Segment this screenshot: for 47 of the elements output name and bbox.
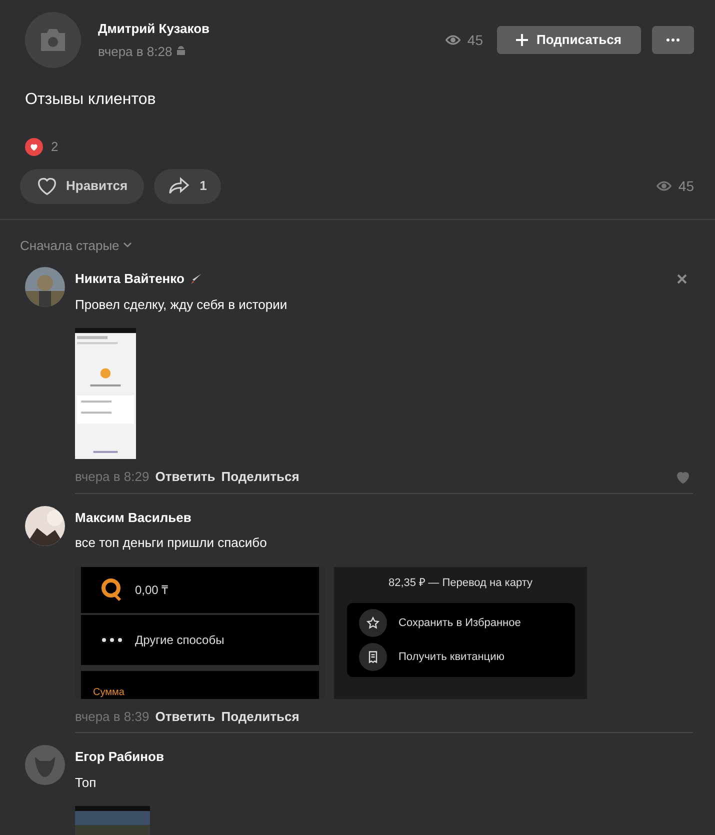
post-text: Отзывы клиентов (25, 91, 156, 108)
share-link[interactable]: Поделиться (221, 706, 300, 726)
commenter-name[interactable]: Никита Вайтенко (75, 269, 184, 288)
commenter-name[interactable]: Максим Васильев (75, 508, 192, 527)
rocket-icon (190, 272, 202, 285)
action-text: Получить квитанцию (398, 650, 505, 665)
share-link[interactable]: Поделиться (221, 467, 300, 486)
share-arrow-icon (168, 177, 190, 195)
views-count: 45 (678, 176, 694, 196)
sort-dropdown[interactable]: Сначала старые (20, 236, 132, 255)
more-icon (101, 636, 123, 642)
more-icon (666, 38, 680, 42)
heart-icon (36, 176, 58, 196)
post-time: вчера в 8:28 (98, 43, 172, 61)
reply-link[interactable]: Ответить (155, 706, 216, 726)
action-icon (358, 643, 386, 671)
avatar (25, 506, 65, 546)
camera-icon (38, 28, 68, 52)
plus-icon (516, 34, 528, 46)
action-icon (358, 609, 386, 637)
reaction-count: 2 (51, 138, 58, 156)
share-button[interactable]: 1 (154, 168, 221, 204)
reply-link[interactable]: Ответить (155, 467, 216, 486)
close-button[interactable] (677, 274, 687, 284)
avatar (25, 267, 65, 307)
like-button[interactable]: Нравится (20, 168, 144, 204)
comment-text: Провел сделку, жду себя в истории (75, 296, 288, 314)
more-button[interactable] (652, 26, 694, 54)
comment-text: все топ деньги пришли спасибо (75, 534, 268, 552)
field-label: Сумма (93, 686, 124, 698)
chevron-down-icon (123, 242, 132, 248)
option-text: Другие способы (135, 632, 224, 648)
q-logo-icon (101, 578, 123, 602)
transfer-title: 82,35 ₽ — Перевод на карту (388, 576, 532, 590)
views-icon (656, 178, 672, 194)
balance-text: 0,00 ₸ (135, 582, 169, 598)
views-icon (445, 32, 462, 48)
comment-time: вчера в 8:39 (75, 708, 150, 726)
views-count: 45 (467, 30, 483, 50)
author-name[interactable]: Дмитрий Кузаков (98, 18, 210, 38)
action-text: Сохранить в Избранное (398, 616, 521, 631)
commenter-name[interactable]: Егор Рабинов (75, 747, 164, 766)
comment-time: вчера в 8:29 (75, 468, 150, 486)
comment-text: Топ (75, 774, 98, 792)
subscribe-button[interactable]: Подписаться (497, 26, 641, 54)
avatar (25, 745, 65, 785)
heart-reaction-icon (25, 138, 43, 156)
